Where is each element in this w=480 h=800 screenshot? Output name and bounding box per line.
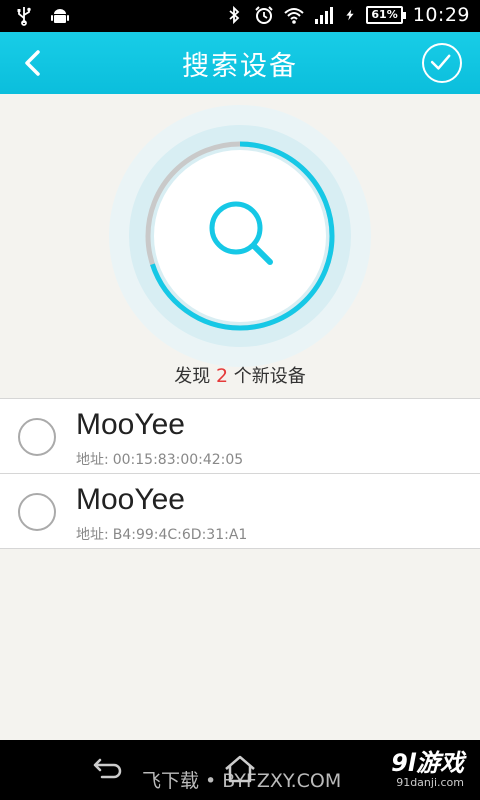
device-radio[interactable] <box>18 418 56 456</box>
status-bar: 61% 10:29 <box>0 0 480 32</box>
usb-icon <box>17 7 31 26</box>
back-arrow-icon <box>93 758 122 779</box>
address-value: B4:99:4C:6D:31:A1 <box>112 527 248 543</box>
battery-indicator: 61% <box>366 6 407 24</box>
watermark-logo: 9l游戏 <box>391 749 464 777</box>
device-address: 地址: 00:15:83:00:42:05 <box>76 449 243 469</box>
scan-radar[interactable] <box>108 104 372 368</box>
clock: 10:29 <box>412 4 470 26</box>
address-value: 00:15:83:00:42:05 <box>112 452 244 468</box>
watermark-url: 91danji.com <box>396 776 464 789</box>
result-prefix: 发现 <box>174 366 211 387</box>
page-title: 搜索设备 <box>182 51 298 82</box>
android-icon <box>51 9 69 23</box>
device-name: MooYee <box>76 483 185 516</box>
watermark-right: 9l游戏 91danji.com <box>391 750 464 789</box>
home-icon <box>225 755 255 783</box>
device-list: MooYee 地址: 00:15:83:00:42:05 MooYee 地址: B4… <box>0 398 480 549</box>
device-address: 地址: B4:99:4C:6D:31:A1 <box>76 524 247 544</box>
nav-back-button[interactable] <box>92 756 124 782</box>
address-label: 地址: <box>76 452 109 468</box>
signal-icon <box>315 7 334 24</box>
radar-center <box>154 150 326 322</box>
nav-home-button[interactable] <box>222 754 258 784</box>
app-header: 搜索设备 <box>0 32 480 94</box>
navigation-bar: 飞下载 • BYFZXY.COM 9l游戏 91danji.com <box>0 740 480 800</box>
device-count: 2 <box>215 365 229 387</box>
device-row[interactable]: MooYee 地址: 00:15:83:00:42:05 <box>0 399 480 474</box>
device-radio[interactable] <box>18 493 56 531</box>
alarm-icon <box>255 6 274 24</box>
scan-result-text: 发现 2 个新设备 <box>0 362 480 388</box>
wifi-icon <box>284 8 305 24</box>
confirm-button[interactable] <box>422 43 462 83</box>
bluetooth-icon <box>229 5 240 25</box>
check-icon <box>430 54 451 70</box>
device-name: MooYee <box>76 408 185 441</box>
device-row[interactable]: MooYee 地址: B4:99:4C:6D:31:A1 <box>0 474 480 549</box>
address-label: 地址: <box>76 527 109 543</box>
result-suffix: 个新设备 <box>233 366 306 387</box>
charging-icon <box>346 9 354 21</box>
